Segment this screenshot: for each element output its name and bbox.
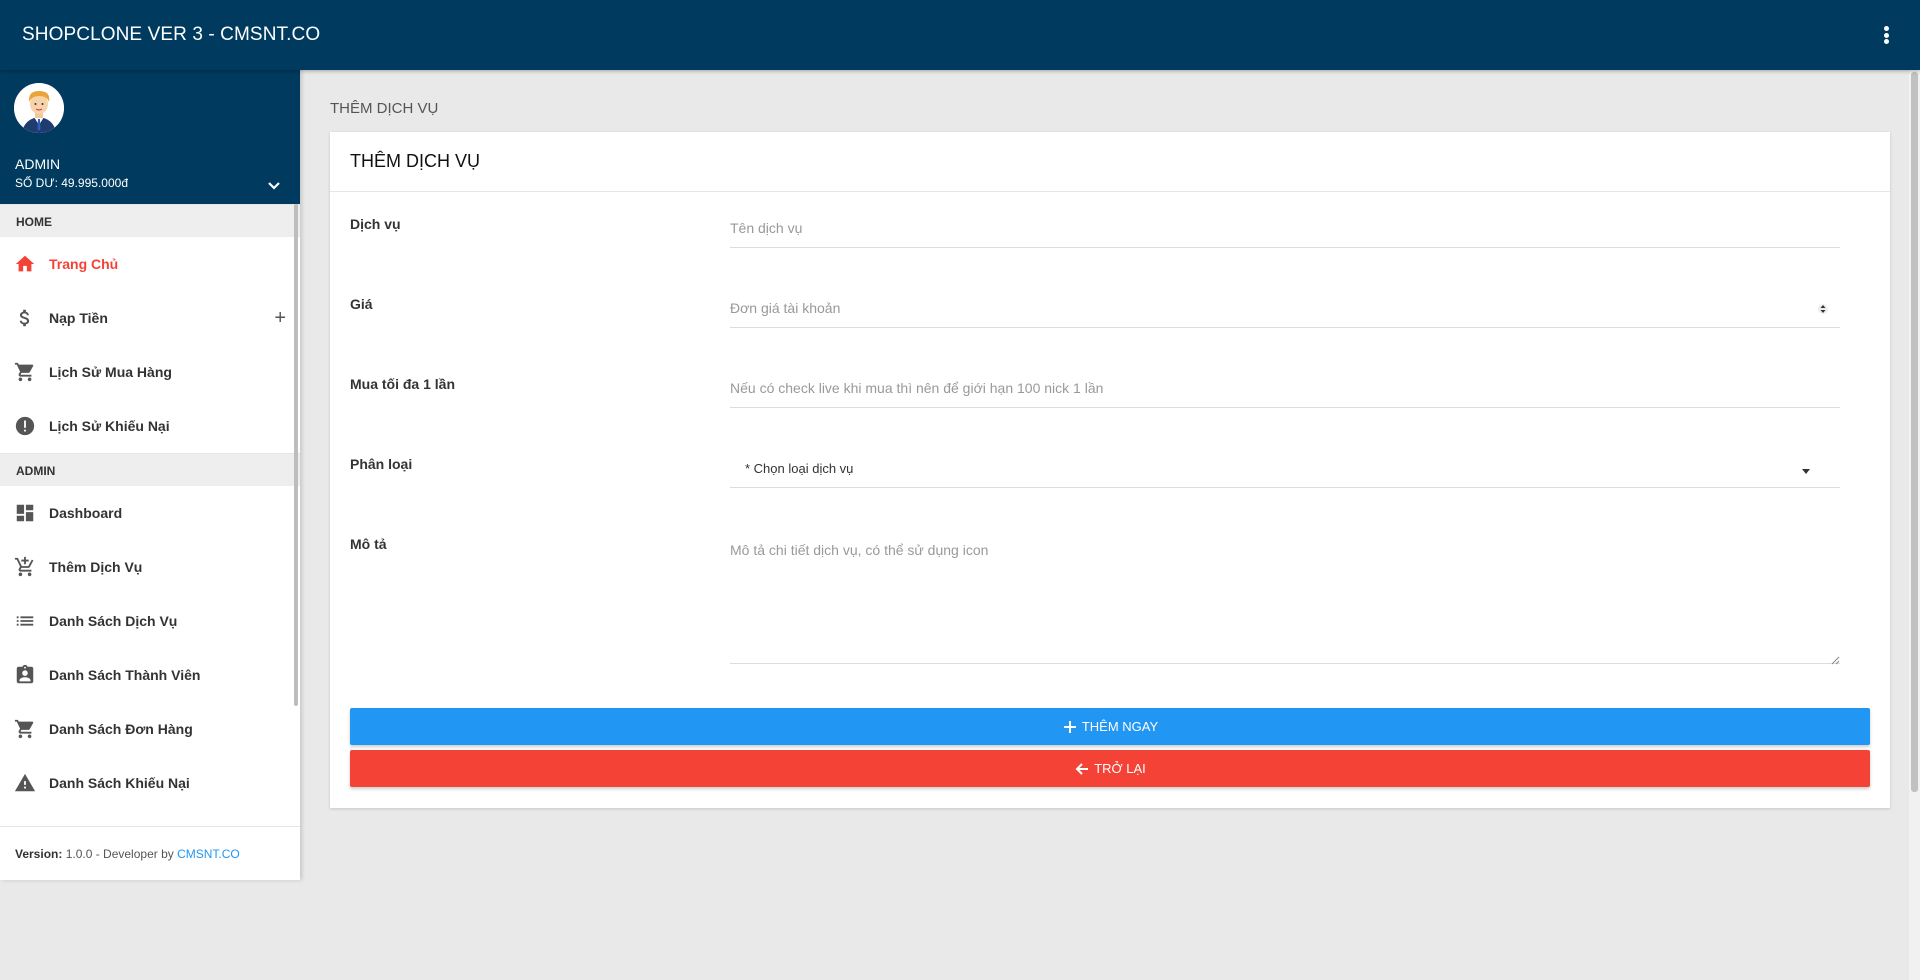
- form-row-description: Mô tả: [350, 532, 1870, 672]
- sidebar-footer: Version: 1.0.0 - Developer by CMSNT.CO: [0, 826, 300, 880]
- version-label: Version:: [15, 847, 63, 861]
- page-title: THÊM DỊCH VỤ: [330, 100, 439, 117]
- sidebar-item-home[interactable]: Trang Chủ: [0, 237, 300, 291]
- category-label: Phân loại: [350, 456, 413, 472]
- service-field-wrapper: [730, 220, 1840, 248]
- sidebar-item-label: Thêm Dịch Vụ: [49, 559, 143, 575]
- user-name: ADMIN: [15, 156, 61, 172]
- sidebar-item-label: Danh Sách Dịch Vụ: [49, 613, 178, 629]
- sidebar: ADMIN SỐ DƯ: 49.995.000đ HOME Trang Chủ …: [0, 70, 300, 880]
- plus-icon[interactable]: +: [274, 308, 286, 328]
- description-field-wrapper: [730, 542, 1840, 665]
- user-balance: SỐ DƯ: 49.995.000đ: [15, 176, 128, 190]
- resize-handle-icon[interactable]: [1830, 652, 1840, 665]
- add-now-label: THÊM NGAY: [1081, 719, 1159, 734]
- description-label: Mô tả: [350, 536, 387, 552]
- sidebar-item-label: Lịch Sử Khiếu Nại: [49, 418, 170, 434]
- add-service-card: THÊM DỊCH VỤ Dịch vụ Giá Mua tối đa 1 lầ…: [330, 132, 1890, 808]
- form-row-service: Dịch vụ: [350, 212, 1870, 252]
- member-badge-icon: [14, 664, 36, 686]
- cart-icon: [14, 718, 36, 740]
- description-textarea[interactable]: [730, 542, 1840, 660]
- price-label: Giá: [350, 296, 373, 312]
- back-button[interactable]: TRỞ LẠI: [350, 750, 1870, 787]
- kebab-dot: [1883, 32, 1889, 38]
- add-cart-icon: [14, 556, 36, 578]
- sidebar-item-member-list[interactable]: Danh Sách Thành Viên: [0, 648, 300, 702]
- dashboard-icon: [14, 502, 36, 524]
- category-selected-value: * Chọn loại dịch vụ: [745, 461, 854, 476]
- cart-icon: [14, 361, 36, 383]
- user-info-panel: ADMIN SỐ DƯ: 49.995.000đ: [0, 70, 300, 204]
- sidebar-item-complaint-list[interactable]: Danh Sách Khiếu Nại: [0, 756, 300, 810]
- sidebar-item-label: Dashboard: [49, 505, 123, 521]
- sidebar-item-label: Lịch Sử Mua Hàng: [49, 364, 172, 380]
- sidebar-item-add-service[interactable]: Thêm Dịch Vụ: [0, 540, 300, 594]
- list-icon: [14, 610, 36, 632]
- form-row-category: Phân loại * Chọn loại dịch vụ: [350, 452, 1870, 492]
- app-title[interactable]: SHOPCLONE VER 3 - CMSNT.CO: [22, 24, 320, 46]
- developer-link[interactable]: CMSNT.CO: [177, 847, 240, 861]
- caret-down-icon: [1802, 469, 1810, 474]
- back-label: TRỞ LẠI: [1094, 761, 1146, 776]
- sidebar-item-deposit[interactable]: Nạp Tiền +: [0, 291, 300, 345]
- more-options-icon[interactable]: [1876, 22, 1896, 48]
- service-label: Dịch vụ: [350, 216, 401, 232]
- category-select[interactable]: * Chọn loại dịch vụ: [730, 460, 1840, 488]
- alert-circle-icon: [14, 415, 36, 437]
- avatar-image: [14, 83, 64, 133]
- sidebar-item-order-list[interactable]: Danh Sách Đơn Hàng: [0, 702, 300, 756]
- max-buy-label: Mua tối đa 1 lần: [350, 376, 456, 392]
- max-buy-input[interactable]: [730, 380, 1840, 396]
- sidebar-item-service-list[interactable]: Danh Sách Dịch Vụ: [0, 594, 300, 648]
- avatar: [14, 83, 64, 133]
- kebab-dot: [1883, 39, 1889, 44]
- number-spinner-icon[interactable]: [1818, 302, 1828, 316]
- top-navbar: SHOPCLONE VER 3 - CMSNT.CO: [0, 0, 1920, 70]
- kebab-dot: [1883, 26, 1889, 31]
- sidebar-item-complaint-history[interactable]: Lịch Sử Khiếu Nại: [0, 399, 300, 453]
- chevron-down-icon[interactable]: [264, 176, 284, 196]
- sidebar-item-label: Trang Chủ: [49, 256, 119, 272]
- form-row-max-buy: Mua tối đa 1 lần: [350, 372, 1870, 412]
- menu-header-home: HOME: [0, 204, 300, 237]
- sidebar-scrollbar[interactable]: [294, 204, 298, 706]
- price-input[interactable]: [730, 300, 1840, 316]
- add-now-button[interactable]: THÊM NGAY: [350, 708, 1870, 745]
- warning-icon: [14, 772, 36, 794]
- plus-icon: [1062, 719, 1078, 735]
- dollar-icon: [14, 307, 36, 329]
- page-scrollbar-thumb[interactable]: [1911, 72, 1918, 792]
- card-title: THÊM DỊCH VỤ: [330, 132, 1890, 192]
- home-icon: [14, 253, 36, 275]
- form-row-price: Giá: [350, 292, 1870, 332]
- sidebar-item-label: Nạp Tiền: [49, 310, 108, 326]
- sidebar-item-label: Danh Sách Đơn Hàng: [49, 721, 193, 737]
- sidebar-item-dashboard[interactable]: Dashboard: [0, 486, 300, 540]
- version-text: 1.0.0 - Developer by: [62, 847, 178, 861]
- sidebar-item-label: Danh Sách Thành Viên: [49, 667, 201, 683]
- max-buy-field-wrapper: [730, 380, 1840, 408]
- service-name-input[interactable]: [730, 220, 1840, 236]
- sidebar-item-purchase-history[interactable]: Lịch Sử Mua Hàng: [0, 345, 300, 399]
- arrow-left-icon: [1074, 761, 1090, 777]
- menu-header-admin: ADMIN: [0, 453, 300, 486]
- price-field-wrapper: [730, 300, 1840, 328]
- sidebar-item-label: Danh Sách Khiếu Nại: [49, 775, 190, 791]
